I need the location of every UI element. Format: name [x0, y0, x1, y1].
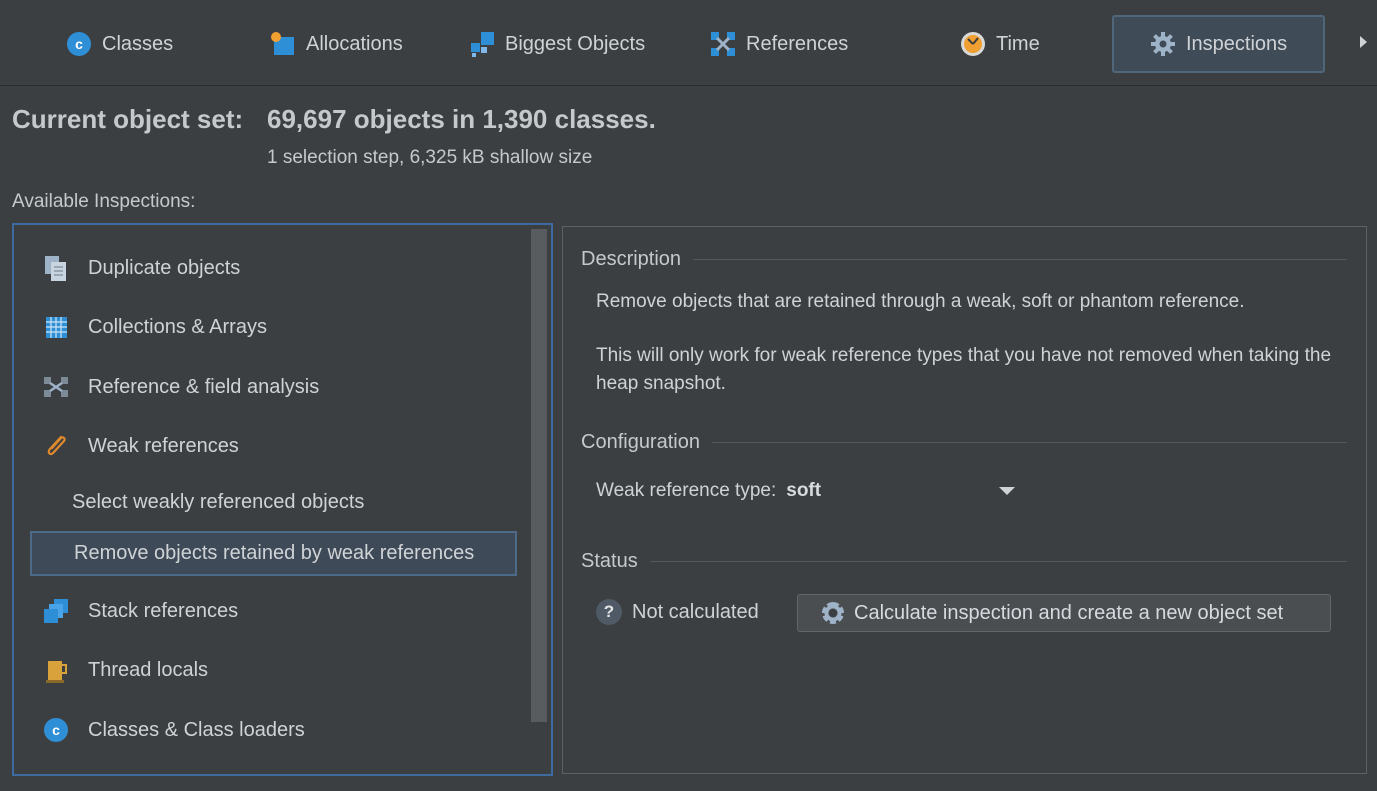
- list-item-label: Thread locals: [88, 658, 209, 681]
- list-item-classes-class-loaders[interactable]: c Classes & Class loaders: [42, 709, 305, 751]
- list-item-thread-locals[interactable]: Thread locals: [42, 649, 208, 691]
- tab-biggest-objects[interactable]: Biggest Objects: [469, 15, 645, 73]
- tab-label: Allocations: [306, 32, 403, 55]
- status-text: Not calculated: [632, 600, 759, 623]
- section-divider: [711, 442, 1347, 443]
- list-item-label: Classes & Class loaders: [88, 718, 305, 741]
- weak-reference-type-label: Weak reference type:: [596, 480, 777, 501]
- tab-scroll-right-icon[interactable]: [1360, 36, 1367, 48]
- current-object-set-label: Current object set:: [12, 104, 244, 134]
- list-item-label: Reference & field analysis: [88, 375, 320, 398]
- list-item-duplicate-objects[interactable]: Duplicate objects: [42, 247, 240, 289]
- status-section-title: Status: [581, 550, 1347, 573]
- collections-arrays-icon: [42, 313, 70, 341]
- list-item-collections-arrays[interactable]: Collections & Arrays: [42, 306, 267, 348]
- thread-locals-icon: [42, 656, 70, 684]
- description-title-text: Description: [581, 248, 682, 270]
- allocations-icon: [270, 31, 296, 57]
- biggest-objects-icon: [469, 31, 495, 57]
- tab-label: Biggest Objects: [505, 32, 646, 55]
- section-divider: [649, 561, 1347, 562]
- calculate-button-label: Calculate inspection and create a new ob…: [854, 601, 1284, 624]
- description-line-1: Remove objects that are retained through…: [596, 291, 1245, 312]
- svg-text:c: c: [52, 722, 60, 738]
- chevron-down-icon[interactable]: [999, 487, 1015, 495]
- tab-time[interactable]: Time: [960, 15, 1040, 73]
- tab-allocations[interactable]: Allocations: [270, 15, 403, 73]
- list-item-remove-retained-by-weak[interactable]: Remove objects retained by weak referenc…: [30, 531, 517, 576]
- list-item-label: Select weakly referenced objects: [72, 490, 365, 513]
- inspections-list[interactable]: Duplicate objects Collections & Arrays R…: [12, 223, 553, 776]
- list-item-weak-references[interactable]: Weak references: [42, 425, 239, 467]
- tab-references[interactable]: References: [710, 15, 848, 73]
- list-scrollbar[interactable]: [531, 229, 547, 722]
- list-item-label: Remove objects retained by weak referenc…: [74, 542, 475, 564]
- gear-icon: [1150, 31, 1176, 57]
- inspection-detail-panel: Description Remove objects that are reta…: [562, 226, 1367, 774]
- list-item-label: Collections & Arrays: [88, 315, 267, 338]
- list-item-label: Stack references: [88, 599, 239, 622]
- configuration-title-text: Configuration: [581, 431, 700, 453]
- class-icon: c: [42, 716, 70, 744]
- weak-reference-type-row: Weak reference type: soft: [596, 480, 821, 502]
- calculate-inspection-button[interactable]: Calculate inspection and create a new ob…: [797, 594, 1331, 632]
- list-item-select-weakly-referenced[interactable]: Select weakly referenced objects: [72, 481, 364, 523]
- description-line-2: This will only work for weak reference t…: [596, 345, 1332, 394]
- available-inspections-label: Available Inspections:: [12, 191, 196, 212]
- configuration-section-title: Configuration: [581, 431, 1347, 454]
- reference-field-icon: [42, 373, 70, 401]
- tab-classes[interactable]: c Classes: [66, 15, 173, 73]
- tab-label: Time: [996, 32, 1040, 55]
- svg-text:c: c: [75, 36, 83, 52]
- section-divider: [693, 259, 1347, 260]
- current-object-set-details: 1 selection step, 6,325 kB shallow size: [267, 147, 593, 168]
- tab-bar: c Classes Allocations Biggest Objects Re…: [0, 0, 1377, 86]
- status-row: ? Not calculated: [596, 599, 759, 625]
- status-title-text: Status: [581, 550, 638, 572]
- description-section-title: Description: [581, 248, 1347, 271]
- current-object-set-value: 69,697 objects in 1,390 classes.: [267, 104, 656, 134]
- tab-inspections[interactable]: Inspections: [1112, 15, 1325, 73]
- time-icon: [960, 31, 986, 57]
- gear-icon: [822, 602, 844, 624]
- list-item-stack-references[interactable]: Stack references: [42, 590, 238, 632]
- stack-references-icon: [42, 597, 70, 625]
- list-item-reference-field-analysis[interactable]: Reference & field analysis: [42, 366, 319, 408]
- list-item-label: Weak references: [88, 434, 239, 457]
- references-icon: [710, 31, 736, 57]
- weak-references-icon: [42, 432, 70, 460]
- list-item-label: Duplicate objects: [88, 256, 241, 279]
- tab-label: Classes: [102, 32, 174, 55]
- duplicate-objects-icon: [42, 254, 70, 282]
- question-icon: ?: [596, 599, 622, 625]
- tab-label: Inspections: [1186, 32, 1288, 55]
- class-icon: c: [66, 31, 92, 57]
- weak-reference-type-value[interactable]: soft: [786, 480, 821, 502]
- tab-label: References: [746, 32, 849, 55]
